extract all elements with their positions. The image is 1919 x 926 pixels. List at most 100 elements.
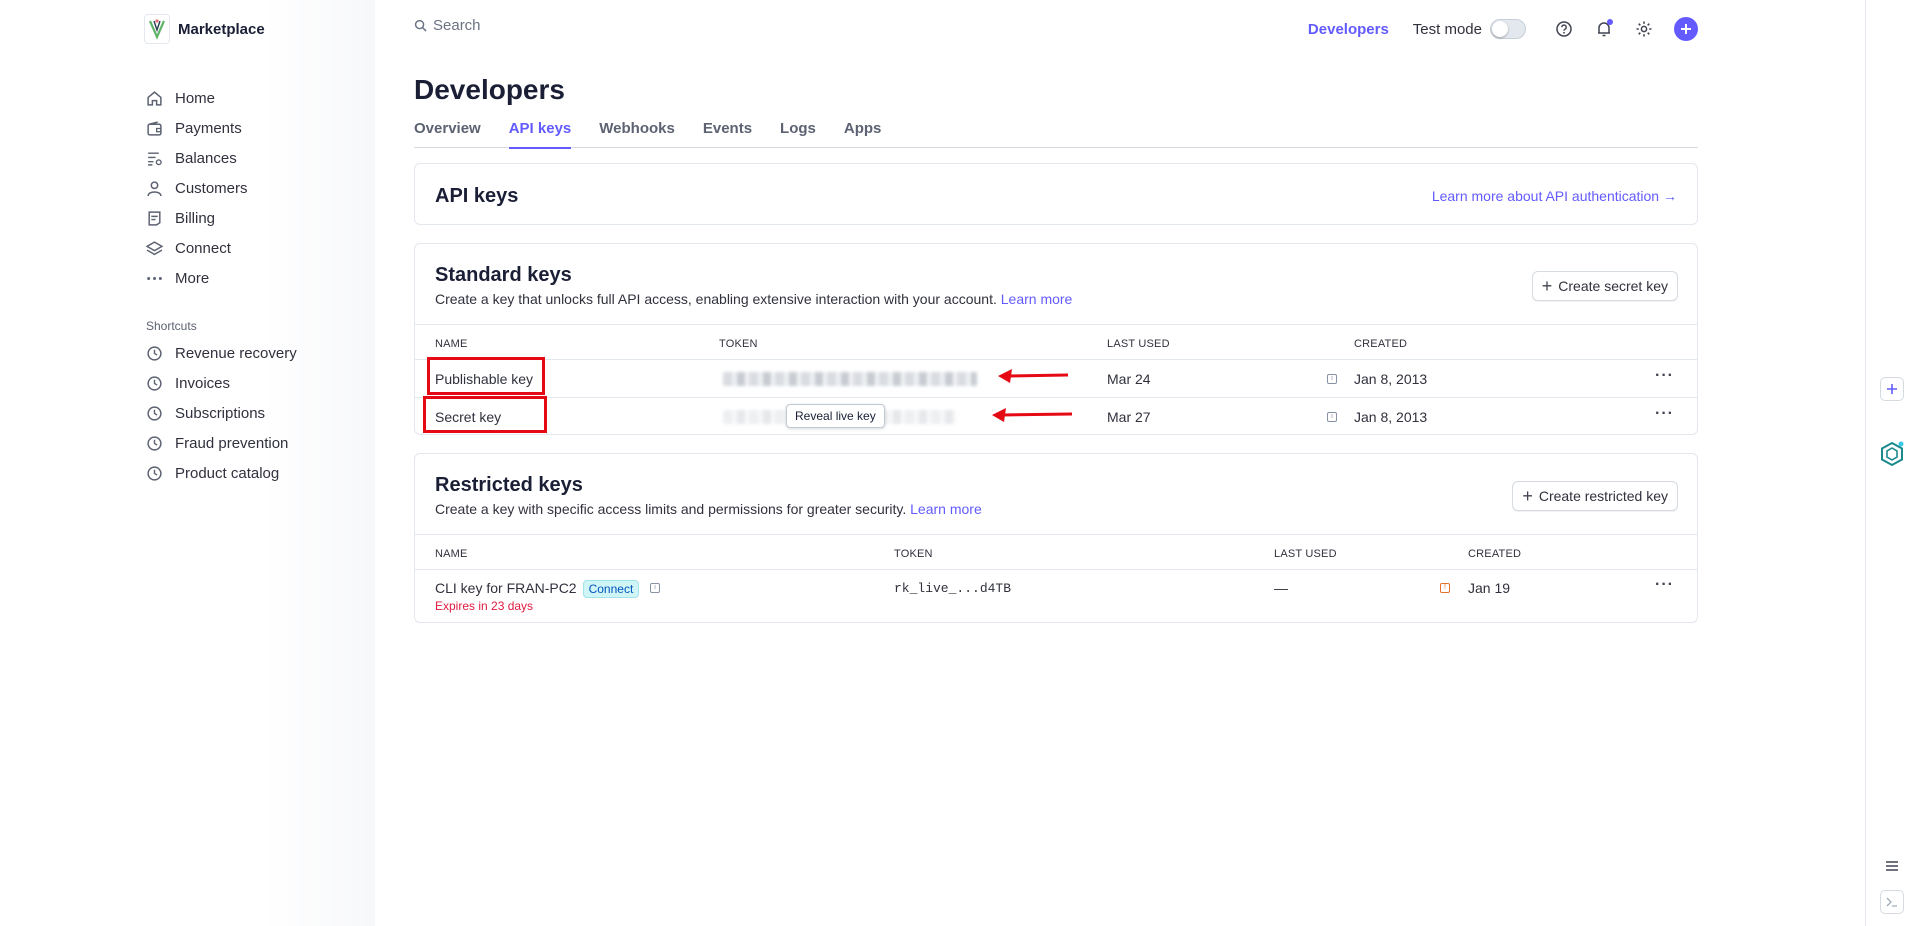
standard-learn-more-link[interactable]: Learn more [1001, 291, 1073, 307]
sidebar-item-billing[interactable]: Billing [146, 203, 248, 233]
column-name: NAME [435, 548, 468, 560]
create-restricted-key-button[interactable]: + Create restricted key [1512, 481, 1678, 511]
test-mode-label: Test mode [1412, 20, 1482, 38]
sidebar-item-label: Customers [175, 179, 248, 197]
column-name: NAME [435, 338, 468, 350]
create-plus-button[interactable] [1674, 17, 1698, 41]
list-menu-icon[interactable] [1880, 854, 1904, 878]
shortcut-subscriptions[interactable]: Subscriptions [146, 398, 297, 428]
help-icon[interactable] [1554, 19, 1574, 39]
standard-keys-heading: Standard keys [435, 264, 572, 286]
search-placeholder: Search [433, 17, 481, 34]
shortcut-label: Fraud prevention [175, 434, 289, 452]
key-name-cell: CLI key for FRAN-PC2 Connect [435, 580, 640, 598]
shortcut-label: Subscriptions [175, 404, 266, 422]
row-actions-button[interactable]: ··· [1655, 576, 1674, 594]
masked-token[interactable] [723, 372, 977, 386]
column-token: TOKEN [894, 548, 933, 560]
tab-logs[interactable]: Logs [780, 117, 816, 148]
restricted-keys-heading: Restricted keys [435, 474, 583, 496]
expiry-text: Expires in 23 days [435, 599, 534, 613]
sidebar-item-connect[interactable]: Connect [146, 233, 248, 263]
shortcuts-list: Revenue recovery Invoices Subscriptions … [146, 338, 297, 488]
standard-keys-description: Create a key that unlocks full API acces… [435, 291, 1072, 307]
column-created: CREATED [1468, 548, 1522, 560]
shortcut-invoices[interactable]: Invoices [146, 368, 297, 398]
bell-icon[interactable] [1594, 19, 1614, 39]
sidebar-item-label: Balances [175, 149, 237, 167]
sidebar-item-label: More [175, 269, 210, 287]
home-icon [147, 90, 162, 106]
created-date: Jan 19 [1468, 580, 1511, 596]
search-icon [414, 19, 427, 32]
learn-api-auth-link[interactable]: Learn more about API authentication → [1432, 188, 1677, 204]
last-used: Mar 24 [1107, 371, 1151, 387]
reveal-live-key-button[interactable]: Reveal live key [786, 404, 885, 428]
test-mode-toggle[interactable] [1490, 19, 1526, 39]
last-used: — [1274, 580, 1288, 596]
column-created: CREATED [1354, 338, 1408, 350]
sidebar-item-label: Home [175, 89, 216, 107]
description-text: Create a key that unlocks full API acces… [435, 291, 997, 307]
api-keys-card: API keys Learn more about API authentica… [414, 163, 1698, 225]
tab-bar: Overview API keys Webhooks Events Logs A… [414, 117, 1698, 149]
right-rail [1865, 0, 1919, 926]
table-row[interactable]: CLI key for FRAN-PC2 Connect i Expires in… [415, 570, 1697, 622]
api-keys-heading: API keys [435, 185, 519, 207]
developers-link[interactable]: Developers [1308, 21, 1389, 38]
row-actions-button[interactable]: ··· [1655, 405, 1674, 423]
gear-icon[interactable] [1634, 19, 1654, 39]
sidebar-item-label: Billing [175, 209, 216, 227]
row-actions-button[interactable]: ··· [1655, 367, 1674, 385]
annotation-arrow-icon [992, 408, 1073, 422]
sidebar-item-label: Connect [175, 239, 231, 257]
token-value[interactable]: rk_live_...d4TB [894, 581, 1011, 596]
column-token: TOKEN [719, 338, 758, 350]
assistant-icon[interactable] [1879, 441, 1905, 472]
clock-icon [147, 345, 162, 361]
person-icon [147, 180, 162, 196]
brand-logo-icon [144, 14, 170, 44]
clock-icon [147, 465, 162, 481]
column-last-used: LAST USED [1107, 338, 1170, 350]
header-actions: Developers Test mode [1308, 14, 1698, 44]
info-icon[interactable]: i [1327, 412, 1337, 422]
tab-overview[interactable]: Overview [414, 117, 481, 148]
restricted-learn-more-link[interactable]: Learn more [910, 501, 982, 517]
sidebar-item-customers[interactable]: Customers [146, 173, 248, 203]
shortcut-revenue-recovery[interactable]: Revenue recovery [146, 338, 297, 368]
clock-icon [147, 405, 162, 421]
sidebar-item-home[interactable]: Home [146, 83, 248, 113]
button-label: Create restricted key [1538, 488, 1668, 504]
tab-events[interactable]: Events [703, 117, 752, 148]
plus-icon [1887, 384, 1897, 394]
sidebar-item-more[interactable]: More [146, 263, 248, 293]
created-date: Jan 8, 2013 [1354, 409, 1428, 425]
tab-api-keys[interactable]: API keys [508, 117, 571, 149]
sidebar-nav: Home Payments Balances Customers Billing… [146, 83, 248, 293]
notification-dot [1607, 19, 1613, 25]
shortcut-label: Revenue recovery [175, 344, 297, 362]
sidebar-item-payments[interactable]: Payments [146, 113, 248, 143]
tab-apps[interactable]: Apps [844, 117, 882, 148]
page-title: Developers [414, 74, 565, 105]
info-icon[interactable]: i [650, 583, 660, 593]
clock-icon [147, 375, 162, 391]
tab-webhooks[interactable]: Webhooks [599, 117, 675, 148]
info-icon[interactable]: i [1327, 374, 1337, 384]
shortcut-product-catalog[interactable]: Product catalog [146, 458, 297, 488]
search-input[interactable]: Search [414, 17, 481, 34]
account-switcher[interactable]: Marketplace [144, 14, 265, 44]
sidebar-item-balances[interactable]: Balances [146, 143, 248, 173]
shortcut-label: Product catalog [175, 464, 280, 482]
last-used: Mar 27 [1107, 409, 1151, 425]
clock-icon [147, 435, 162, 451]
warning-icon[interactable]: ! [1440, 583, 1450, 593]
standard-table-header: NAME TOKEN LAST USED CREATED [415, 324, 1697, 360]
connect-badge: Connect [582, 580, 640, 598]
rail-add-button[interactable] [1880, 377, 1904, 401]
create-secret-key-button[interactable]: + Create secret key [1531, 271, 1678, 301]
terminal-icon[interactable] [1880, 890, 1904, 914]
restricted-keys-card: Restricted keys Create a key with specif… [414, 453, 1698, 623]
shortcut-fraud-prevention[interactable]: Fraud prevention [146, 428, 297, 458]
